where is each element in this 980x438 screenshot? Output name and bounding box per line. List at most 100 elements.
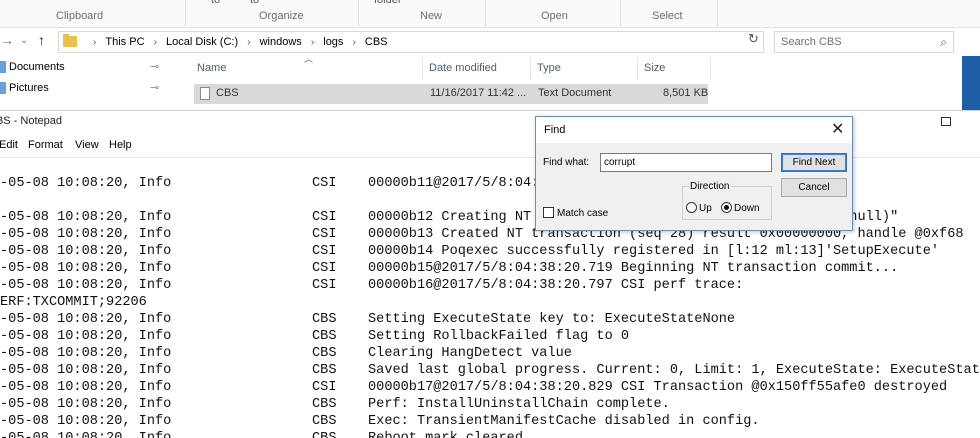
log-timestamp: -05-08 10:08:20, Info <box>0 346 172 361</box>
direction-label: Direction <box>688 181 732 192</box>
log-source: CSI <box>312 244 337 259</box>
menu-help[interactable]: Help <box>109 139 132 151</box>
ribbon-group-select: Select <box>652 10 683 22</box>
chevron-down-icon[interactable]: ⌄ <box>20 35 28 46</box>
log-source: CBS <box>312 430 336 438</box>
column-headers: Name Date modified Type Size <box>186 58 712 80</box>
address-bar[interactable]: › This PC › Local Disk (C:) › windows › … <box>58 31 764 53</box>
log-timestamp: -05-08 10:08:20, Info <box>0 210 172 225</box>
log-message: Setting RollbackFailed flag to 0 <box>368 329 630 344</box>
breadcrumb-this-pc[interactable]: This PC <box>105 36 144 48</box>
log-source: CBS <box>312 346 337 361</box>
navigation-pane: Documents ⊸ Pictures ⊸ <box>0 58 172 110</box>
log-timestamp: -05-08 10:08:20, Info <box>0 380 172 395</box>
log-source: CSI <box>312 261 337 276</box>
search-input[interactable]: Search CBS ⌕ <box>774 31 954 53</box>
menu-view[interactable]: View <box>75 139 99 151</box>
pin-icon[interactable]: ⊸ <box>150 60 159 73</box>
log-message: 00000b16@2017/5/8:04:38:20.797 CSI perf … <box>368 278 744 293</box>
column-separator <box>530 58 531 80</box>
ribbon-group-organize: Organize <box>259 10 304 22</box>
log-timestamp: -05-08 10:08:20, Info <box>0 414 172 429</box>
refresh-icon[interactable]: ↻ <box>748 31 759 47</box>
nav-item-label: Documents <box>9 61 65 73</box>
log-message: Clearing HangDetect value <box>368 346 572 361</box>
column-separator <box>422 58 423 80</box>
log-message: Reboot mark cleared <box>368 430 523 438</box>
log-source: CSI <box>312 278 337 293</box>
nav-item-pictures[interactable]: Pictures ⊸ <box>0 79 172 99</box>
breadcrumb: › This PC › Local Disk (C:) › windows › … <box>87 36 388 48</box>
file-name: CBS <box>216 87 239 99</box>
breadcrumb-logs[interactable]: logs <box>323 36 343 48</box>
ribbon-fragment: to <box>211 0 221 6</box>
log-source: CBS <box>312 312 337 327</box>
log-timestamp: -05-08 10:08:20, Info <box>0 261 172 276</box>
window-title: CBS - Notepad <box>0 115 62 127</box>
close-icon[interactable]: ✕ <box>831 119 844 139</box>
breadcrumb-cbs[interactable]: CBS <box>365 36 388 48</box>
ribbon-separator <box>485 0 486 26</box>
ribbon-fragment: to <box>250 0 260 6</box>
find-next-button[interactable]: Find Next <box>781 153 847 172</box>
text-file-icon <box>200 87 210 100</box>
direction-down-label: Down <box>734 203 760 214</box>
pin-icon[interactable]: ⊸ <box>150 81 159 94</box>
log-source: CSI <box>312 210 337 225</box>
match-case-label: Match case <box>557 208 609 219</box>
log-source: CBS <box>312 329 337 344</box>
menu-edit[interactable]: Edit <box>0 139 18 151</box>
log-source: CBS <box>312 363 337 378</box>
direction-down-radio[interactable]: Down <box>721 202 760 214</box>
file-row-cbs[interactable]: CBS 11/16/2017 11:42 ... Text Document 8… <box>194 84 708 104</box>
desktop-wallpaper-edge <box>962 56 980 110</box>
column-header-date-modified[interactable]: Date modified <box>429 62 497 74</box>
column-separator <box>710 58 711 80</box>
breadcrumb-local-disk[interactable]: Local Disk (C:) <box>166 36 238 48</box>
log-source: CSI <box>312 227 337 242</box>
ribbon-group-clipboard: Clipboard <box>56 10 104 22</box>
column-separator <box>637 58 638 80</box>
log-source: CSI <box>312 176 337 191</box>
log-timestamp: -05-08 10:08:20, Info <box>0 312 172 327</box>
search-icon[interactable]: ⌕ <box>940 35 947 50</box>
ribbon: to to folder Clipboard Organize New Open… <box>0 0 980 28</box>
log-message: Perf: InstallUninstallChain complete. <box>368 397 670 412</box>
nav-item-label: Pictures <box>9 82 49 94</box>
find-what-input[interactable] <box>600 153 772 172</box>
direction-up-radio[interactable]: Up <box>686 202 712 214</box>
log-timestamp: ERF:TXCOMMIT;92206 <box>0 295 147 310</box>
log-message: 00000b15@2017/5/8:04:38:20.719 Beginning… <box>368 261 899 276</box>
column-header-name[interactable]: Name <box>197 62 226 74</box>
chevron-right-icon: › <box>310 37 315 48</box>
dialog-title-bar: Find ✕ <box>536 117 852 143</box>
checkbox-icon <box>543 207 554 218</box>
up-arrow-icon[interactable]: ↑ <box>38 32 45 48</box>
log-message: Exec: TransientManifestCache disabled in… <box>368 414 760 429</box>
chevron-right-icon: › <box>93 37 97 48</box>
documents-icon <box>0 61 6 73</box>
breadcrumb-windows[interactable]: windows <box>260 36 302 48</box>
menu-format[interactable]: Format <box>28 139 63 151</box>
ribbon-fragment: folder <box>374 0 402 6</box>
cancel-button[interactable]: Cancel <box>781 178 847 197</box>
forward-arrow-icon[interactable]: → <box>0 32 14 48</box>
column-header-type[interactable]: Type <box>537 62 561 74</box>
nav-item-documents[interactable]: Documents ⊸ <box>0 58 172 78</box>
ribbon-separator <box>620 0 621 26</box>
chevron-right-icon: › <box>247 37 251 48</box>
file-date-modified: 11/16/2017 11:42 ... <box>430 87 527 99</box>
maximize-button[interactable] <box>941 117 951 126</box>
ribbon-separator <box>185 0 186 26</box>
chevron-right-icon: › <box>153 37 157 48</box>
log-timestamp: -05-08 10:08:20, Info <box>0 397 172 412</box>
log-timestamp: -05-08 10:08:20, Info <box>0 278 172 293</box>
ribbon-separator <box>358 0 359 26</box>
match-case-checkbox[interactable]: Match case <box>543 207 608 219</box>
folder-icon <box>63 34 77 47</box>
log-message: Saved last global progress. Current: 0, … <box>368 363 980 378</box>
direction-up-label: Up <box>699 203 712 214</box>
log-timestamp: -05-08 10:08:20, Info <box>0 363 172 378</box>
column-header-size[interactable]: Size <box>644 62 665 74</box>
log-message: 00000b17@2017/5/8:04:38:20.829 CSI Trans… <box>368 380 948 395</box>
